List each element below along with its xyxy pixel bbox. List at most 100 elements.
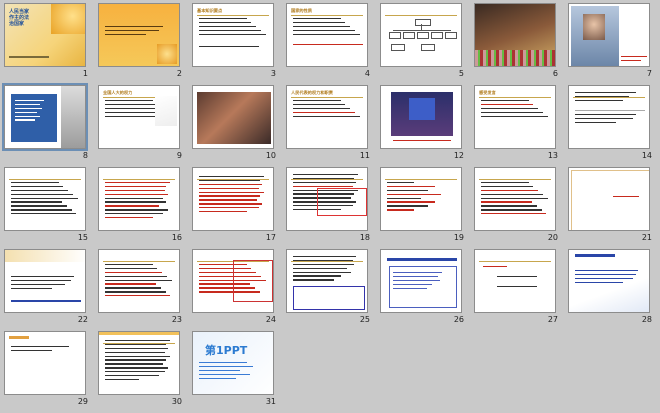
slide-thumbnail-24[interactable]	[192, 249, 274, 313]
slide-thumbnail-19[interactable]	[380, 167, 462, 231]
slide-text-lines	[199, 362, 267, 381]
photo-face	[583, 14, 605, 40]
slide-thumbnail-12[interactable]	[380, 85, 462, 149]
slide-thumbnail-cell: 人民代表的权力和职责 11	[286, 85, 380, 167]
slide-thumbnail-cell: 26	[380, 249, 474, 331]
orange-title	[9, 336, 29, 339]
divider	[575, 110, 645, 111]
slide-text-lines	[105, 264, 173, 299]
highlight-line	[11, 300, 81, 302]
slide-thumbnail-13[interactable]: 感受发言	[474, 85, 556, 149]
slide-number: 9	[176, 151, 182, 160]
slide-thumbnail-14[interactable]	[568, 85, 650, 149]
slide-header-rule	[103, 179, 175, 180]
text-line	[497, 286, 537, 288]
slide-text-lines	[199, 176, 267, 215]
slide-thumbnail-17[interactable]	[192, 167, 274, 231]
slide-number: 14	[641, 151, 652, 160]
slide-thumbnail-cell: 21	[568, 167, 660, 249]
side-graphic	[155, 96, 177, 126]
org-box	[391, 44, 405, 51]
org-box	[431, 32, 443, 39]
slide-text-lines	[575, 114, 643, 126]
slide-text-lines	[199, 18, 267, 37]
slide-number: 18	[359, 233, 370, 242]
slide-thumbnail-26[interactable]	[380, 249, 462, 313]
slide-thumbnail-30[interactable]	[98, 331, 180, 395]
slide-thumbnail-20[interactable]	[474, 167, 556, 231]
slide-header-rule	[197, 15, 269, 16]
slide-thumbnail-5[interactable]	[380, 3, 462, 67]
slide-number: 3	[270, 69, 276, 78]
slide-thumbnail-9[interactable]: 全国人大的权力	[98, 85, 180, 149]
slide-thumbnail-7[interactable]	[568, 3, 650, 67]
slide-number: 19	[453, 233, 464, 242]
slide-thumbnail-28[interactable]	[568, 249, 650, 313]
slide-thumbnail-cell: 28	[568, 249, 660, 331]
org-box	[415, 19, 431, 26]
slide-thumbnail-cell: 基本知识要点 3	[192, 3, 286, 85]
slide-thumbnail-4[interactable]: 国家的性质	[286, 3, 368, 67]
slide-number: 5	[458, 69, 464, 78]
slide-thumbnail-29[interactable]	[4, 331, 86, 395]
slide-thumbnail-6[interactable]	[474, 3, 556, 67]
top-band	[5, 250, 85, 262]
slide-header-rule	[479, 261, 551, 262]
slide-number: 4	[364, 69, 370, 78]
slide-number: 20	[547, 233, 558, 242]
slide-number: 1	[82, 69, 88, 78]
slide-thumbnail-cell: 25	[286, 249, 380, 331]
slide-thumbnail-22[interactable]	[4, 249, 86, 313]
slide-thumbnail-2[interactable]: 你知道吗?	[98, 3, 180, 67]
vote-screen	[409, 98, 435, 120]
slide-number: 17	[265, 233, 276, 242]
slide-text-lines	[11, 346, 79, 354]
title-line	[613, 196, 639, 198]
slide-thumbnail-31[interactable]: 第1PPT	[192, 331, 274, 395]
slide-thumbnail-cell: 29	[4, 331, 98, 413]
slide-text-lines	[105, 182, 173, 221]
slide-thumbnail-1[interactable]: 人民当家作主的法治国家	[4, 3, 86, 67]
slide-number: 25	[359, 315, 370, 324]
text-line	[497, 276, 537, 278]
slide-number: 28	[641, 315, 652, 324]
slide-thumbnail-cell: 人民当家作主的法治国家 1	[4, 3, 98, 85]
slide-thumbnail-cell: 感受发言 13	[474, 85, 568, 167]
leaf-decoration	[51, 4, 85, 34]
slide-thumbnail-25[interactable]	[286, 249, 368, 313]
blue-title	[387, 258, 457, 261]
slide-thumbnail-16[interactable]	[98, 167, 180, 231]
slide-header-rule	[103, 261, 175, 262]
slide-header-rule	[385, 179, 457, 180]
org-box	[445, 32, 457, 39]
slide-header-rule	[291, 97, 363, 98]
slide-thumbnail-10[interactable]	[192, 85, 274, 149]
slide-number: 27	[547, 315, 558, 324]
slide-thumbnail-11[interactable]: 人民代表的权力和职责	[286, 85, 368, 149]
slide-thumbnail-27[interactable]	[474, 249, 556, 313]
slide-title: 全国人大的权力	[103, 90, 133, 95]
slide-thumbnail-18[interactable]	[286, 167, 368, 231]
slide-thumbnail-cell: 15	[4, 167, 98, 249]
slide-thumbnail-15[interactable]	[4, 167, 86, 231]
slide-thumbnail-8[interactable]	[2, 83, 88, 151]
slide-text-lines	[393, 272, 449, 291]
slide-thumbnail-cell: 24	[192, 249, 286, 331]
slide-thumbnail-23[interactable]	[98, 249, 180, 313]
slide-thumbnail-3[interactable]: 基本知识要点	[192, 3, 274, 67]
slide-thumbnail-cell: 国家的性质 4	[286, 3, 380, 85]
slide-text-lines	[481, 100, 549, 119]
slide-thumbnail-21[interactable]	[568, 167, 650, 231]
slide-sorter-grid: 人民当家作主的法治国家 1 你知道吗? 2 基本知识要点 3 国家的性质 4 5 6 7 8 全国人大的…	[0, 0, 660, 410]
slide-header-rule	[9, 179, 81, 180]
photo-meeting	[197, 92, 271, 144]
slide-thumbnail-cell: 18	[286, 167, 380, 249]
slide-text-lines	[15, 100, 51, 123]
slide-number: 15	[77, 233, 88, 242]
slide-number: 31	[265, 397, 276, 406]
frame	[571, 170, 649, 230]
slide-thumbnail-cell: 27	[474, 249, 568, 331]
slide-thumbnail-cell: 14	[568, 85, 660, 167]
org-box	[421, 44, 435, 51]
slide-number: 23	[171, 315, 182, 324]
